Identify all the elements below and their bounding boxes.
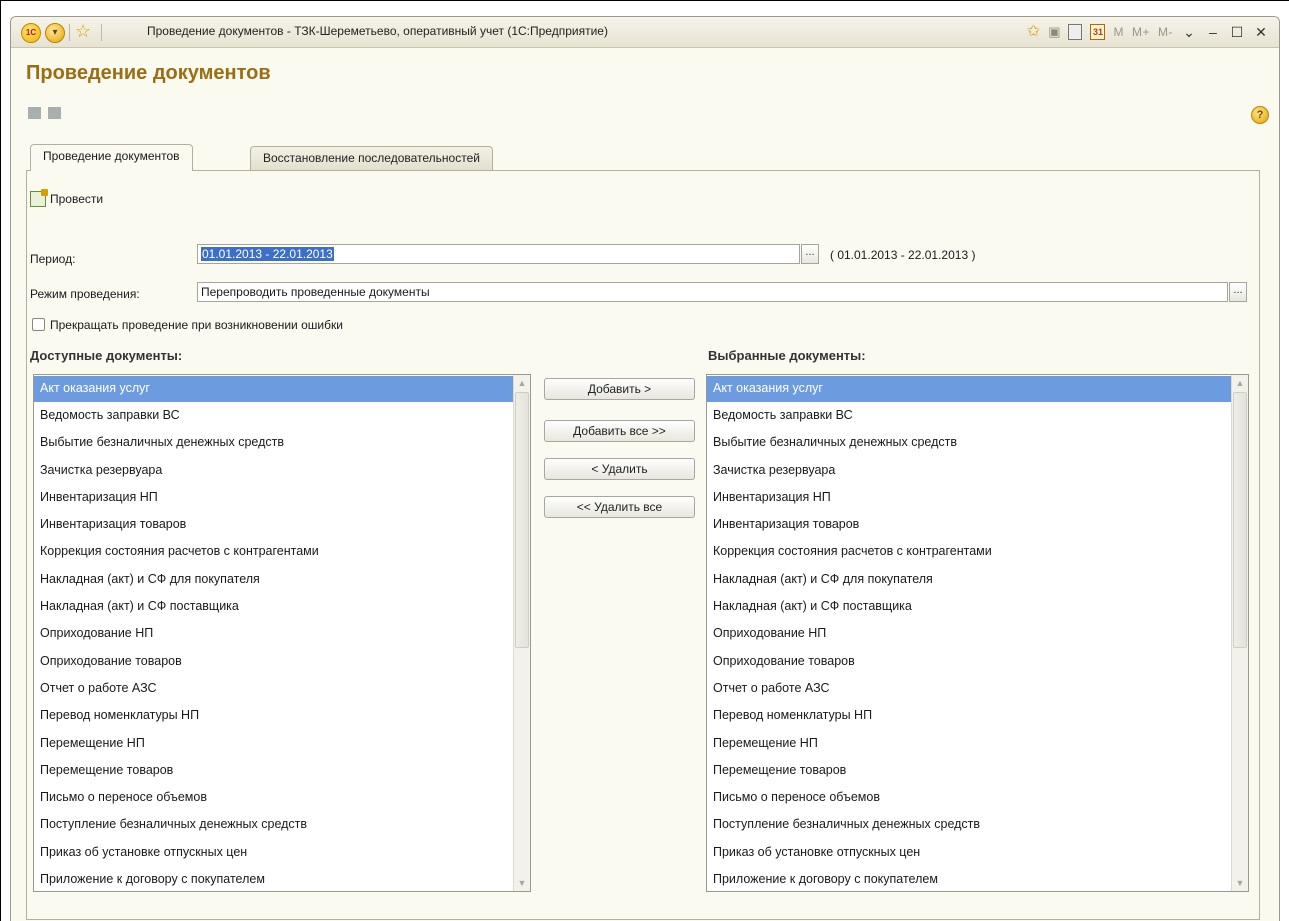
list-item[interactable]: Коррекция состояния расчетов с контраген… — [34, 538, 513, 565]
list-item[interactable]: Отчет о работе АЗС — [34, 675, 513, 702]
list-item[interactable]: Инвентаризация товаров — [34, 511, 513, 538]
memory-m-button[interactable]: M — [1113, 25, 1124, 39]
scroll-thumb[interactable] — [515, 392, 529, 648]
mode-picker-button[interactable]: ... — [1229, 282, 1247, 302]
period-value: 01.01.2013 - 22.01.2013 — [201, 247, 334, 261]
post-button-label: Провести — [50, 192, 104, 206]
list-item[interactable]: Поступление безналичных денежных средств — [34, 811, 513, 838]
list-item[interactable]: Выбытие безналичных денежных средств — [34, 429, 513, 456]
main-menu-dropdown-icon[interactable]: ▾ — [45, 23, 65, 43]
list-item[interactable]: Письмо о переносе объемов — [707, 784, 1231, 811]
list-item[interactable]: Ведомость заправки ВС — [707, 402, 1231, 429]
stop-on-error-checkbox[interactable] — [32, 318, 45, 331]
list-item[interactable]: Перевод номенклатуры НП — [707, 702, 1231, 729]
scroll-up-icon[interactable]: ▲ — [1232, 375, 1248, 391]
favorites-star-icon[interactable]: ☆ — [75, 21, 91, 41]
list-item[interactable]: Приказ об установке отпускных цен — [34, 839, 513, 866]
tab-sequence-restore[interactable]: Восстановление последовательностей — [250, 146, 493, 170]
history-icon[interactable]: ▣ — [1048, 21, 1060, 43]
list-item[interactable]: Накладная (акт) и СФ поставщика — [707, 593, 1231, 620]
period-display: ( 01.01.2013 - 22.01.2013 ) — [830, 248, 976, 262]
list-item[interactable]: Накладная (акт) и СФ для покупателя — [34, 566, 513, 593]
list-item[interactable]: Зачистка резервуара — [707, 457, 1231, 484]
forward-arrow-icon[interactable] — [48, 107, 61, 119]
separator — [69, 24, 70, 41]
list-item[interactable]: Поступление безналичных денежных средств — [707, 811, 1231, 838]
list-item[interactable]: Зачистка резервуара — [34, 457, 513, 484]
scroll-up-icon[interactable]: ▲ — [514, 375, 530, 391]
mode-label: Режим проведения: — [30, 287, 140, 301]
remove-button[interactable]: < Удалить — [544, 458, 695, 480]
list-item[interactable]: Коррекция состояния расчетов с контраген… — [707, 538, 1231, 565]
list-item[interactable]: Перемещение НП — [707, 730, 1231, 757]
add-favorite-icon[interactable]: ✩ — [1027, 21, 1040, 43]
selected-scrollbar[interactable]: ▲ ▼ — [1231, 375, 1248, 891]
stop-on-error-label: Прекращать проведение при возникновении … — [50, 318, 343, 332]
list-item[interactable]: Перемещение НП — [34, 730, 513, 757]
list-item[interactable]: Приложение к договору с покупателем — [707, 866, 1231, 891]
calculator-icon[interactable] — [1068, 24, 1083, 40]
period-label: Период: — [30, 252, 76, 266]
list-item[interactable]: Приказ об установке отпускных цен — [707, 839, 1231, 866]
add-button[interactable]: Добавить > — [544, 378, 695, 400]
minimize-icon[interactable]: – — [1205, 24, 1221, 40]
remove-all-button[interactable]: << Удалить все — [544, 496, 695, 518]
list-item[interactable]: Накладная (акт) и СФ поставщика — [34, 593, 513, 620]
mode-value: Перепроводить проведенные документы — [201, 285, 430, 299]
selected-documents-title: Выбранные документы: — [708, 348, 866, 363]
list-item[interactable]: Инвентаризация товаров — [707, 511, 1231, 538]
available-rows: Акт оказания услуг Ведомость заправки ВС В… — [34, 375, 513, 891]
period-field[interactable]: 01.01.2013 - 22.01.2013 — [197, 244, 800, 264]
selected-rows: Акт оказания услуг Ведомость заправки ВС В… — [707, 375, 1231, 891]
1c-logo-icon[interactable]: 1С — [21, 23, 41, 43]
maximize-icon[interactable]: ☐ — [1229, 24, 1245, 41]
back-arrow-icon[interactable] — [28, 107, 41, 119]
period-picker-button[interactable]: ... — [801, 244, 819, 264]
scroll-thumb[interactable] — [1233, 392, 1247, 648]
list-item[interactable]: Оприходование товаров — [707, 648, 1231, 675]
list-item[interactable]: Приложение к договору с покупателем — [34, 866, 513, 891]
memory-minus-button[interactable]: M- — [1158, 25, 1173, 39]
window-title: Проведение документов - ТЗК-Шереметьево,… — [147, 24, 608, 38]
add-all-button[interactable]: Добавить все >> — [544, 420, 695, 442]
list-item[interactable]: Оприходование НП — [34, 620, 513, 647]
post-button[interactable]: Провести — [30, 189, 103, 209]
close-icon[interactable]: ✕ — [1253, 24, 1269, 41]
list-item[interactable]: Перемещение товаров — [34, 757, 513, 784]
post-document-icon — [30, 189, 48, 207]
help-icon[interactable]: ? — [1251, 106, 1269, 124]
available-documents-title: Доступные документы: — [30, 348, 183, 363]
list-item[interactable]: Отчет о работе АЗС — [707, 675, 1231, 702]
chevron-down-icon[interactable]: ⌄ — [1181, 24, 1197, 41]
separator — [101, 24, 102, 41]
list-item[interactable]: Инвентаризация НП — [34, 484, 513, 511]
available-documents-list[interactable]: Акт оказания услуг Ведомость заправки ВС В… — [33, 374, 531, 892]
form-title: Проведение документов — [26, 62, 271, 84]
scroll-down-icon[interactable]: ▼ — [514, 875, 530, 891]
calendar-icon[interactable]: 31 — [1090, 24, 1106, 40]
title-bar-tools: ✩ ▣ 31 M M+ M- ⌄ – ☐ ✕ — [1027, 21, 1269, 43]
list-item[interactable]: Оприходование НП — [707, 620, 1231, 647]
list-item[interactable]: Оприходование товаров — [34, 648, 513, 675]
list-item[interactable]: Ведомость заправки ВС — [34, 402, 513, 429]
tab-posting[interactable]: Проведение документов — [30, 144, 193, 171]
list-item[interactable]: Инвентаризация НП — [707, 484, 1231, 511]
list-item[interactable]: Выбытие безналичных денежных средств — [707, 429, 1231, 456]
list-item[interactable]: Накладная (акт) и СФ для покупателя — [707, 566, 1231, 593]
list-item[interactable]: Письмо о переносе объемов — [34, 784, 513, 811]
selected-documents-list[interactable]: Акт оказания услуг Ведомость заправки ВС В… — [706, 374, 1249, 892]
list-item[interactable]: Акт оказания услуг — [34, 376, 513, 402]
available-scrollbar[interactable]: ▲ ▼ — [513, 375, 530, 891]
memory-plus-button[interactable]: M+ — [1132, 25, 1150, 39]
title-bar: 1С ▾ ☆ Проведение документов - ТЗК-Шерем… — [11, 17, 1279, 48]
mode-field[interactable]: Перепроводить проведенные документы — [197, 282, 1228, 302]
list-item[interactable]: Акт оказания услуг — [707, 376, 1231, 402]
list-item[interactable]: Перемещение товаров — [707, 757, 1231, 784]
scroll-down-icon[interactable]: ▼ — [1232, 875, 1248, 891]
list-item[interactable]: Перевод номенклатуры НП — [34, 702, 513, 729]
